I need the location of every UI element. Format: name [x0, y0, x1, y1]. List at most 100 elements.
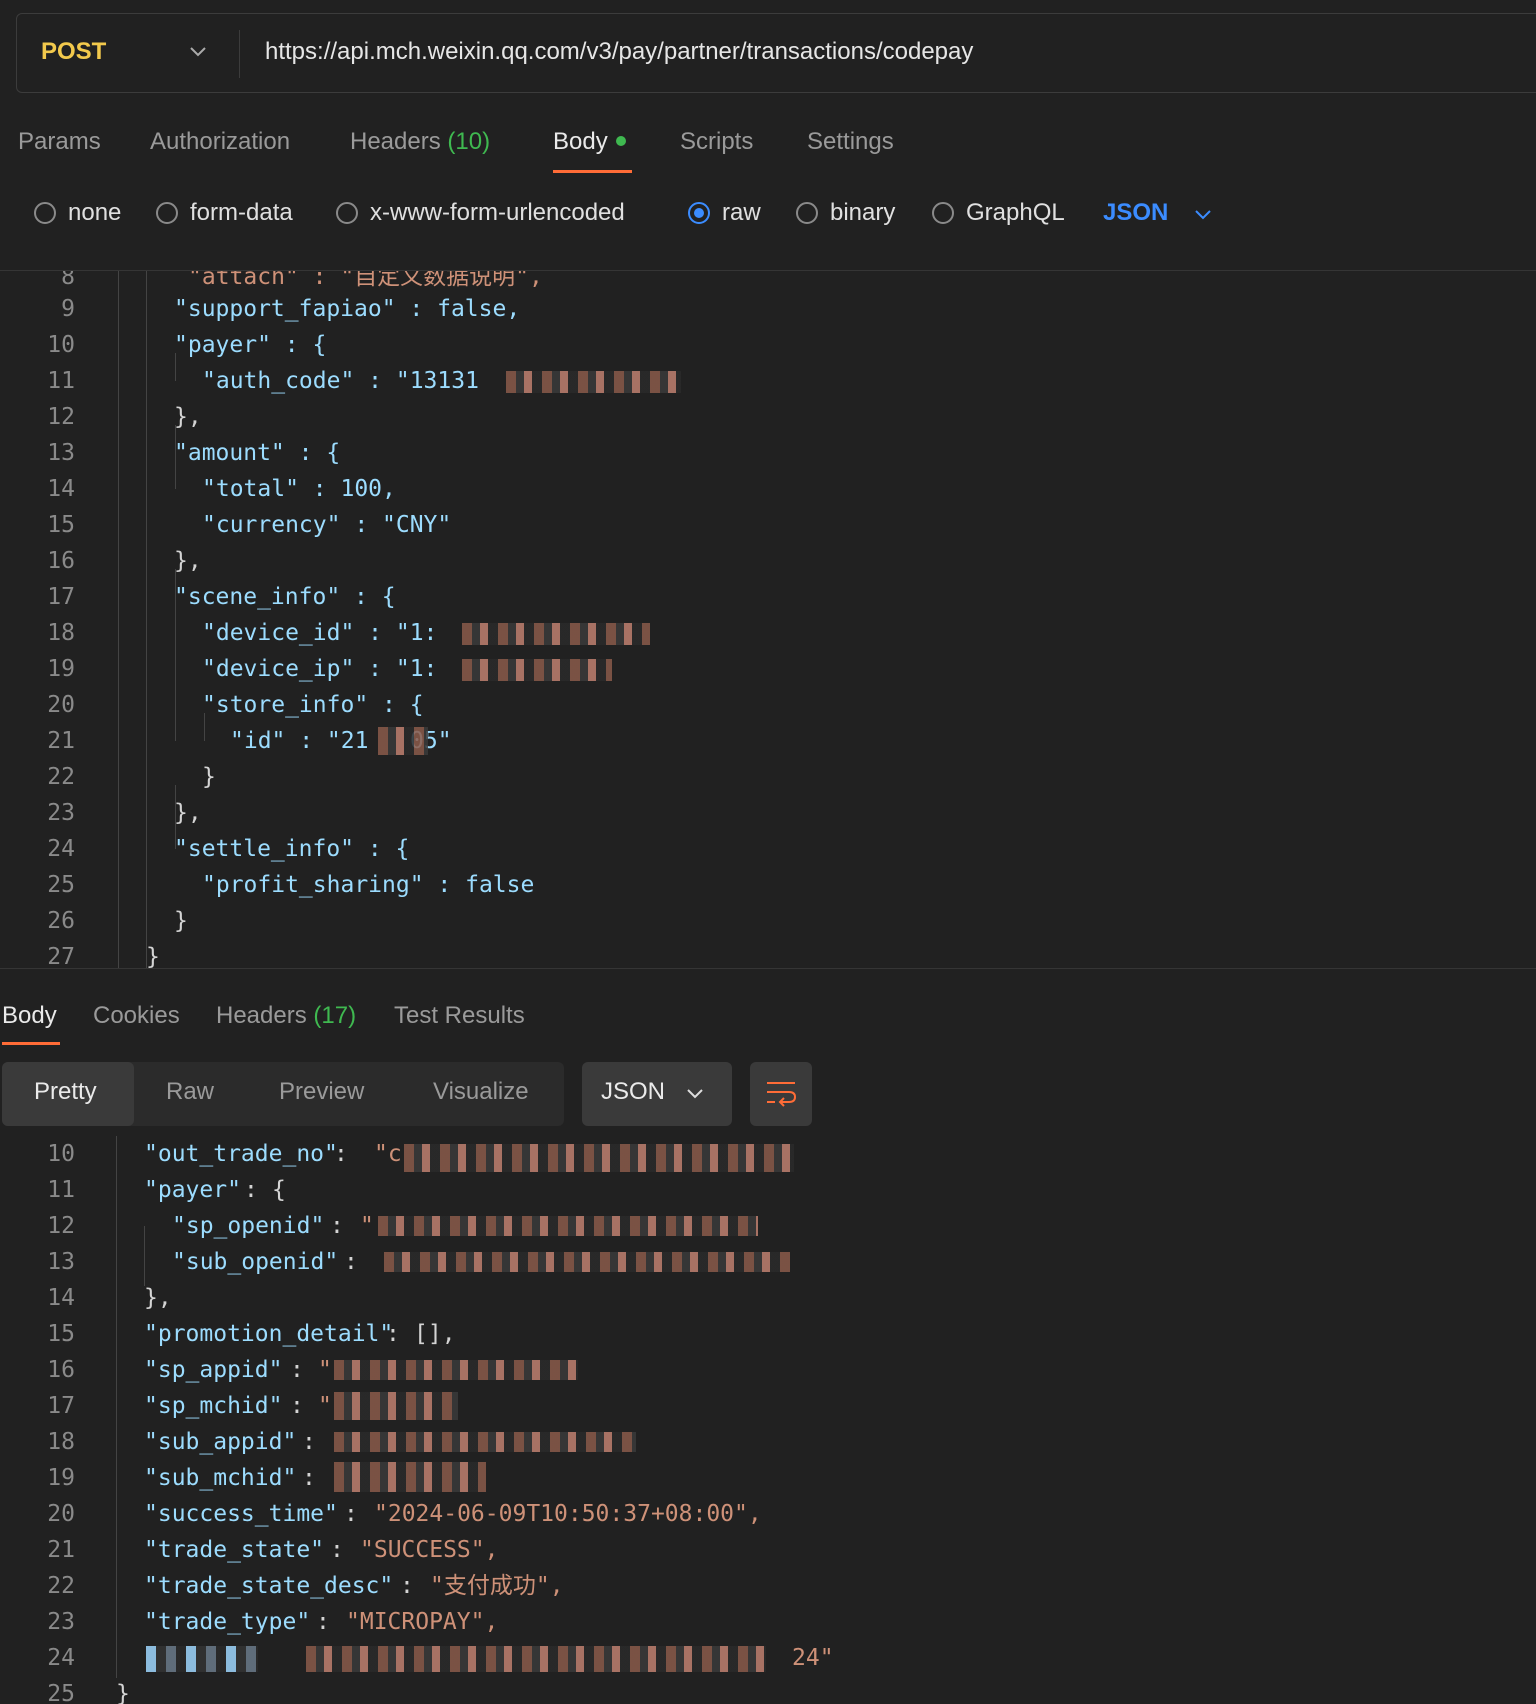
code-value: "SUCCESS",	[360, 1537, 499, 1563]
line-number: 20	[47, 1501, 75, 1527]
radio-icon	[34, 202, 56, 224]
redacted-value	[462, 659, 612, 681]
view-preview-button[interactable]: Preview	[279, 1078, 364, 1106]
indent-guide	[144, 1226, 145, 1286]
line-number: 9	[61, 296, 75, 322]
line-number: 10	[47, 1141, 75, 1167]
body-type-binary[interactable]: binary	[796, 199, 895, 227]
code-text: }	[146, 944, 160, 968]
redacted-value	[506, 371, 681, 393]
body-type-urlencoded-label: x-www-form-urlencoded	[370, 199, 625, 226]
line-number: 22	[47, 764, 75, 790]
response-tab-body[interactable]: Body	[2, 1002, 57, 1030]
code-key: "trade_state_desc"	[144, 1573, 394, 1599]
chevron-down-icon[interactable]	[1192, 203, 1214, 225]
code-key: "promotion_detail"	[144, 1321, 394, 1347]
body-type-form-data[interactable]: form-data	[156, 199, 293, 227]
line-number: 26	[47, 908, 75, 934]
active-tab-underline	[553, 170, 632, 173]
redacted-value	[462, 623, 650, 645]
response-tab-test-results[interactable]: Test Results	[394, 1002, 525, 1030]
tab-headers[interactable]: Headers (10)	[350, 128, 490, 156]
line-number: 23	[47, 800, 75, 826]
url-input[interactable]: https://api.mch.weixin.qq.com/v3/pay/par…	[265, 38, 973, 66]
code-text: "store_info" : {	[202, 692, 424, 718]
tab-body[interactable]: Body	[553, 128, 626, 156]
code-value: "MICROPAY",	[346, 1609, 499, 1635]
line-number: 14	[47, 1285, 75, 1311]
line-number: 24	[47, 1645, 75, 1671]
redacted-key	[146, 1646, 258, 1672]
redacted-value	[334, 1360, 578, 1380]
code-text: "scene_info" : {	[174, 584, 396, 610]
wrap-lines-button[interactable]	[750, 1062, 812, 1126]
line-number: 12	[47, 404, 75, 430]
line-number: 15	[47, 1321, 75, 1347]
line-number: 20	[47, 692, 75, 718]
indent-guide	[116, 1136, 117, 1678]
code-key: "sub_openid"	[172, 1249, 339, 1275]
line-number: 11	[47, 368, 75, 394]
tab-authorization[interactable]: Authorization	[150, 128, 290, 156]
active-tab-underline	[2, 1042, 60, 1045]
line-number: 22	[47, 1573, 75, 1599]
code-value: 24"	[792, 1645, 834, 1671]
code-key: "sp_appid"	[144, 1357, 283, 1383]
view-raw-button[interactable]: Raw	[166, 1078, 214, 1106]
response-tab-headers-label: Headers	[216, 1002, 307, 1029]
response-tab-headers[interactable]: Headers (17)	[216, 1002, 356, 1030]
body-type-none-label: none	[68, 199, 122, 226]
code-text: "currency" : "CNY"	[202, 512, 452, 538]
headers-count-badge: (10)	[447, 128, 491, 155]
line-number: 21	[47, 728, 75, 754]
code-value: },	[144, 1285, 172, 1311]
code-key: "sp_openid"	[172, 1213, 325, 1239]
radio-icon	[932, 202, 954, 224]
code-value: "支付成功",	[430, 1573, 564, 1599]
line-number: 16	[47, 1357, 75, 1383]
redacted-value	[378, 1216, 758, 1236]
code-value: "2024-06-09T10:50:37+08:00",	[374, 1501, 762, 1527]
view-pretty-button[interactable]: Pretty	[34, 1078, 97, 1106]
code-text: "device_ip" : "1:	[202, 656, 438, 682]
chevron-down-icon[interactable]	[187, 40, 209, 62]
redacted-value	[306, 1646, 766, 1672]
tab-body-label: Body	[553, 128, 608, 155]
view-visualize-button[interactable]: Visualize	[433, 1078, 529, 1106]
radio-selected-icon	[688, 202, 710, 224]
code-text: "total" : 100,	[202, 476, 396, 502]
body-type-urlencoded[interactable]: x-www-form-urlencoded	[336, 199, 625, 227]
line-number: 17	[47, 1393, 75, 1419]
line-number: 12	[47, 1213, 75, 1239]
response-tab-cookies[interactable]: Cookies	[93, 1002, 180, 1030]
code-text: },	[174, 800, 202, 826]
panel-divider[interactable]	[0, 968, 1536, 969]
request-body-editor[interactable]: 8 "attach" : "自定义数据说明", 9 "support_fapiao"…	[0, 271, 1536, 968]
tab-scripts[interactable]: Scripts	[680, 128, 753, 156]
body-type-raw[interactable]: raw	[688, 199, 761, 227]
body-type-none[interactable]: none	[34, 199, 121, 227]
line-number: 11	[47, 1177, 75, 1203]
body-type-form-data-label: form-data	[190, 199, 293, 226]
code-key: "trade_state"	[144, 1537, 325, 1563]
body-type-graphql[interactable]: GraphQL	[932, 199, 1065, 227]
response-body-viewer[interactable]: 10 "out_trade_no": "c 11 "payer":{ 12 "sp_op…	[0, 1136, 1536, 1704]
redacted-value	[334, 1392, 458, 1420]
line-number: 18	[47, 1429, 75, 1455]
language-select[interactable]: JSON	[1103, 199, 1168, 227]
code-text: },	[174, 404, 202, 430]
method-select[interactable]: POST	[41, 38, 106, 66]
line-number: 25	[47, 872, 75, 898]
modified-dot-icon	[615, 135, 626, 146]
line-number: 23	[47, 1609, 75, 1635]
radio-icon	[156, 202, 178, 224]
code-text: "amount" : {	[174, 440, 341, 466]
tab-params[interactable]: Params	[18, 128, 101, 156]
indent-guide	[118, 271, 119, 968]
code-text: "support_fapiao" : false,	[174, 296, 521, 322]
code-text: "auth_code" : "13131	[202, 368, 479, 394]
headers-count-badge: (17)	[313, 1002, 357, 1029]
tab-settings[interactable]: Settings	[807, 128, 894, 156]
line-number: 16	[47, 548, 75, 574]
line-number: 24	[47, 836, 75, 862]
